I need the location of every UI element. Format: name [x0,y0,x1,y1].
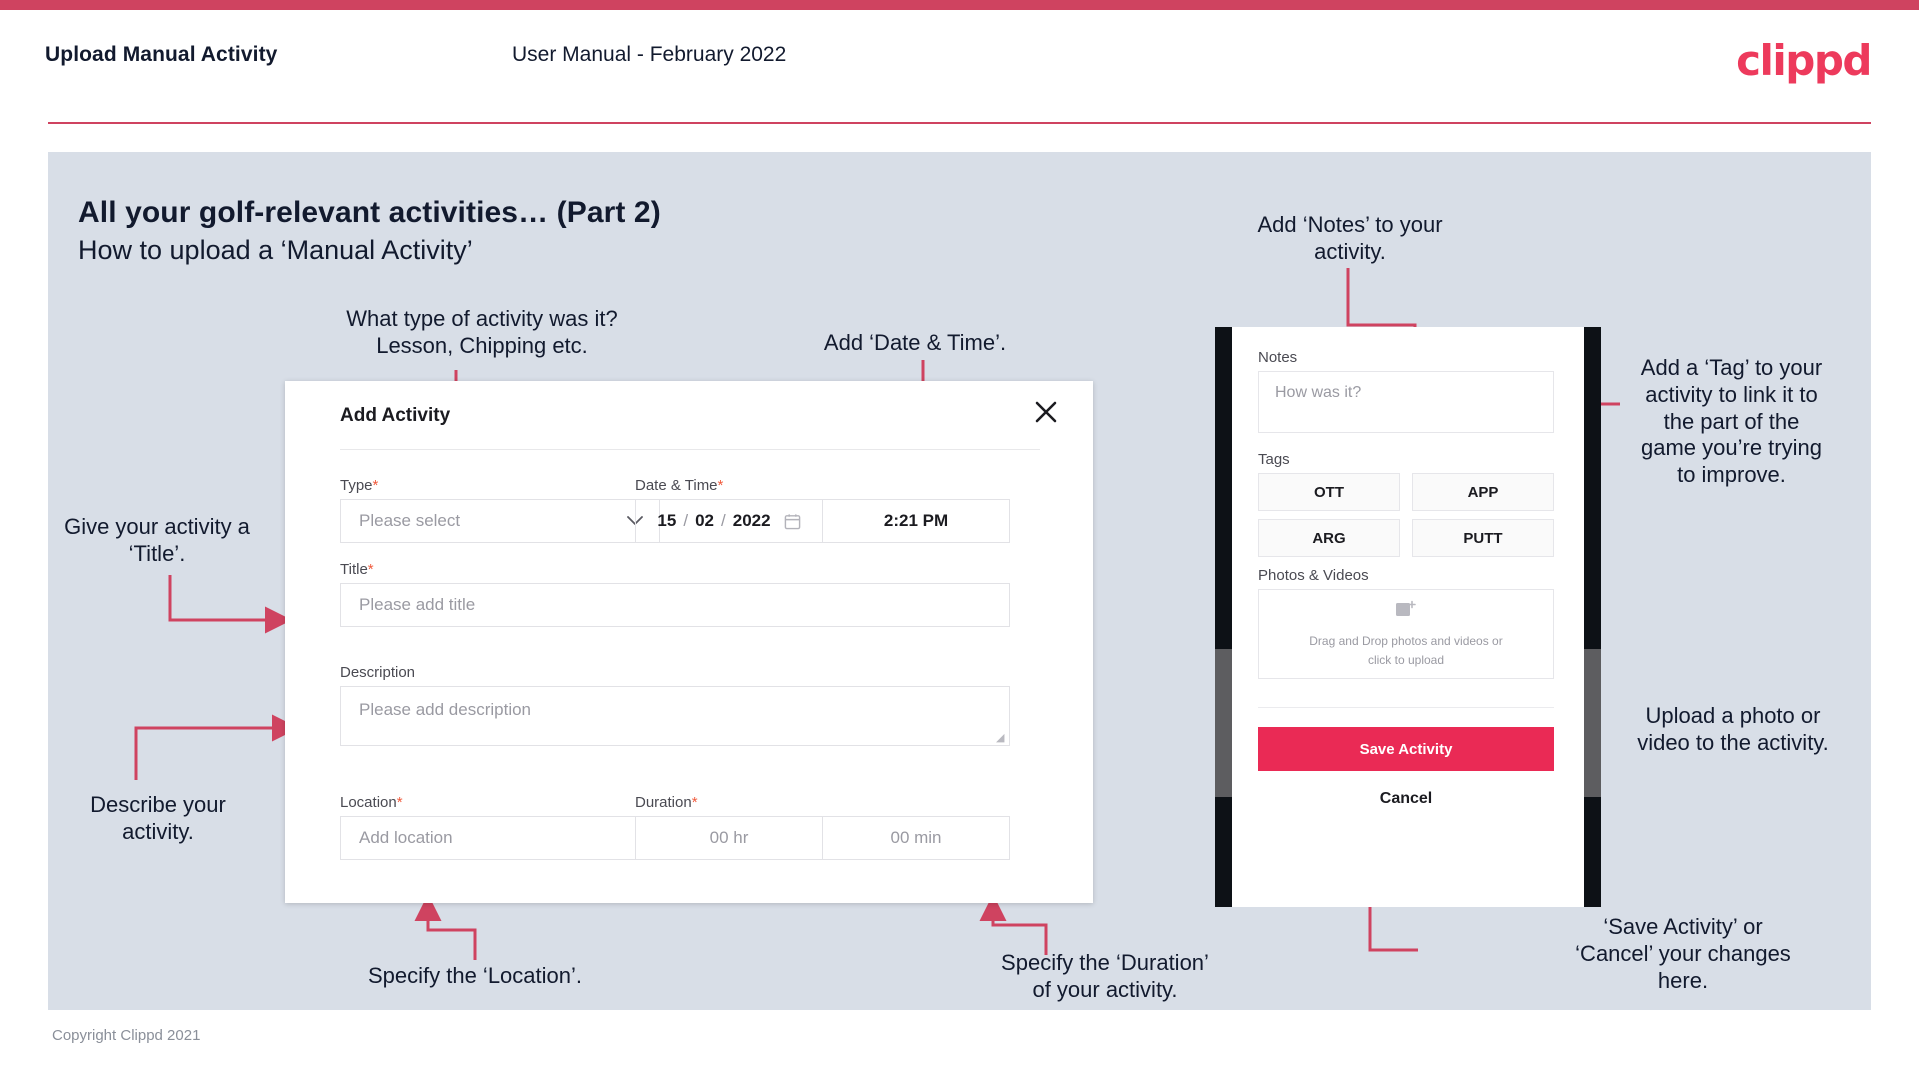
annotation-duration: Specify the ‘Duration’ of your activity. [1001,950,1209,1002]
annotation-tags: Add a ‘Tag’ to your activity to link it … [1640,355,1823,488]
type-select-value: Please select [359,511,461,530]
tag-putt[interactable]: PUTT [1412,519,1554,557]
phone-bezel-right [1584,327,1601,907]
header-title: Upload Manual Activity [45,43,278,66]
dropzone-text-line2: click to upload [1367,652,1445,667]
photo-dropzone[interactable]: Drag and Drop photos and videos or click… [1258,589,1554,679]
calendar-icon[interactable] [784,513,801,530]
slide-canvas: Upload Manual Activity User Manual - Feb… [0,0,1919,1079]
tag-putt-label: PUTT [1463,529,1503,547]
duration-hours-value: 00 hr [709,828,749,847]
tag-ott-label: OTT [1314,483,1344,501]
save-activity-button[interactable]: Save Activity [1258,727,1554,771]
notes-label: Notes [1258,349,1298,366]
datetime-label: Date & Time* [635,477,723,494]
clippd-logo: clippd [1736,36,1872,85]
title-label-text: Title [340,561,368,578]
add-image-icon [1395,600,1417,625]
title-required-asterisk: * [367,561,374,578]
location-input[interactable]: Add location [340,816,660,860]
date-month: 02 [695,511,714,530]
annotation-notes: Add ‘Notes’ to your activity. [1257,212,1443,264]
cancel-button[interactable]: Cancel [1258,790,1554,808]
phone-bezel-left [1215,327,1232,907]
notes-placeholder: How was it? [1275,384,1362,401]
slide-title: All your golf-relevant activities… (Part… [78,196,661,229]
location-placeholder: Add location [359,828,453,847]
description-textarea[interactable]: Please add description ◢ [340,686,1010,746]
annotation-photos: Upload a photo or video to the activity. [1637,703,1829,755]
date-sep-2: / [721,511,726,530]
dialog-header: Add Activity [285,381,1093,439]
datetime-label-text: Date & Time [635,477,718,494]
copyright-text: Copyright Clippd 2021 [52,1027,201,1044]
annotation-title: Give your activity a ‘Title’. [64,514,250,566]
duration-minutes-value: 00 min [890,828,942,847]
tag-arg-label: ARG [1312,529,1346,547]
dropzone-text-line1: Drag and Drop photos and videos or [1309,633,1503,648]
title-placeholder: Please add title [359,595,476,614]
duration-required-asterisk: * [691,794,698,811]
tag-app-label: APP [1467,483,1499,501]
phone-bezel-right-accent [1584,649,1601,797]
date-day: 15 [657,511,677,530]
type-label: Type* [340,477,378,494]
tag-ott[interactable]: OTT [1258,473,1400,511]
type-label-text: Type [340,477,373,494]
notes-textarea[interactable]: How was it? [1258,371,1554,433]
photos-videos-label: Photos & Videos [1258,567,1369,584]
phone-mockup: Notes How was it? Tags OTT APP ARG PUTT … [1215,327,1601,907]
dialog-divider [340,449,1040,450]
title-input[interactable]: Please add title [340,583,1010,627]
close-icon[interactable] [1033,399,1063,429]
duration-label-text: Duration [635,794,692,811]
annotation-location: Specify the ‘Location’. [367,963,583,988]
duration-label: Duration* [635,794,698,811]
header-subtitle: User Manual - February 2022 [512,43,787,66]
annotation-save: ‘Save Activity’ or ‘Cancel’ your changes… [1575,914,1791,993]
phone-divider [1258,707,1554,708]
dialog-title: Add Activity [340,405,451,426]
resize-handle-icon[interactable]: ◢ [996,733,1006,744]
tag-arg[interactable]: ARG [1258,519,1400,557]
save-activity-label: Save Activity [1359,740,1453,758]
slide-subtitle: How to upload a ‘Manual Activity’ [78,235,473,265]
date-input[interactable]: 15 / 02 / 2022 [635,499,823,543]
duration-hours-input[interactable]: 00 hr [635,816,823,860]
type-required-asterisk: * [372,477,379,494]
location-label: Location* [340,794,403,811]
phone-screen: Notes How was it? Tags OTT APP ARG PUTT … [1232,327,1584,907]
annotation-type: What type of activity was it? Lesson, Ch… [346,306,618,358]
description-placeholder: Please add description [359,700,532,719]
location-required-asterisk: * [396,794,403,811]
annotation-description: Describe your activity. [90,792,226,844]
tag-app[interactable]: APP [1412,473,1554,511]
date-year: 2022 [732,511,771,530]
location-label-text: Location [340,794,397,811]
duration-minutes-input[interactable]: 00 min [823,816,1010,860]
tags-label: Tags [1258,451,1290,468]
time-input[interactable]: 2:21 PM [823,499,1010,543]
date-sep-1: / [683,511,689,530]
title-label: Title* [340,561,374,578]
type-select[interactable]: Please select [340,499,660,543]
annotation-datetime: Add ‘Date & Time’. [823,330,1007,355]
cancel-label: Cancel [1379,790,1433,807]
header-divider [48,122,1871,124]
add-activity-dialog: Add Activity Type* Please select Date & … [285,381,1093,903]
phone-bezel-left-accent [1215,649,1232,797]
time-value: 2:21 PM [883,511,949,530]
datetime-required-asterisk: * [717,477,724,494]
description-label: Description [340,664,416,681]
brand-top-bar [0,0,1919,10]
